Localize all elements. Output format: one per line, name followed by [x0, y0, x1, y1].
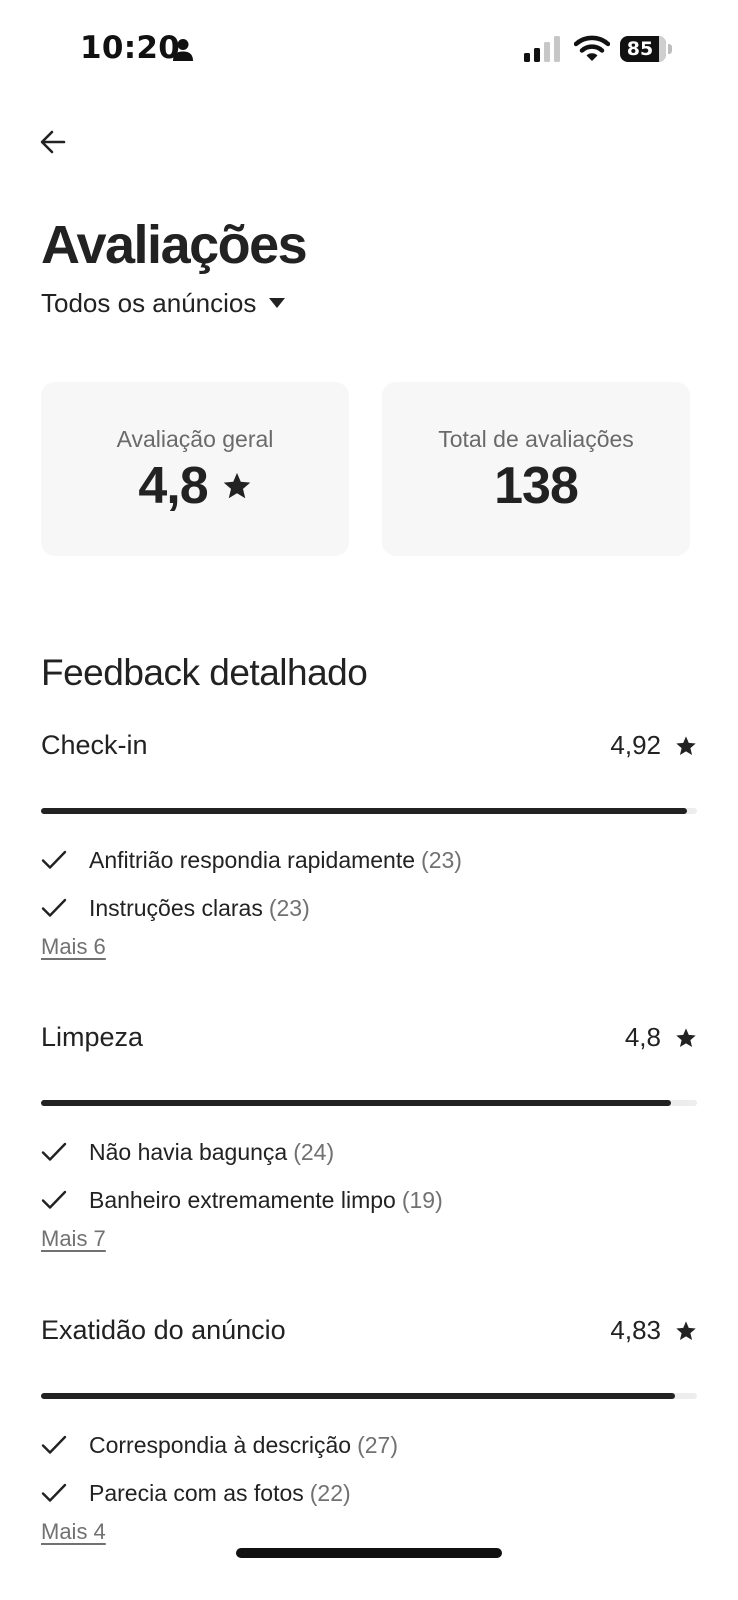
- overall-rating-value-row: 4,8: [41, 456, 349, 516]
- category-progress-bar: [41, 1100, 697, 1106]
- check-icon: [41, 1142, 67, 1161]
- show-more-link[interactable]: Mais 4: [41, 1519, 106, 1545]
- tag-count: (24): [293, 1138, 335, 1165]
- total-reviews-card: Total de avaliações 138: [382, 382, 690, 556]
- star-icon: [676, 1320, 696, 1340]
- tag-count: (19): [401, 1186, 443, 1213]
- category-check-in: Check-in 4,92 Anfitrião respondia rapida…: [41, 730, 697, 959]
- check-icon: [41, 850, 67, 869]
- tag-text: Não havia bagunça: [89, 1138, 288, 1165]
- category-score: 4,83: [610, 1315, 661, 1345]
- listing-filter-dropdown[interactable]: Todos os anúncios: [41, 286, 286, 320]
- overall-rating-label: Avaliação geral: [116, 426, 274, 452]
- check-icon: [41, 898, 67, 917]
- tag-text: Anfitrião respondia rapidamente: [89, 846, 416, 873]
- tag-text: Banheiro extremamente limpo: [89, 1186, 396, 1213]
- section-title: Feedback detalhado: [41, 652, 368, 693]
- star-icon: [676, 735, 696, 755]
- signal-icon: [524, 36, 560, 62]
- category-progress-fill: [41, 1100, 671, 1106]
- category-score: 4,92: [610, 730, 661, 760]
- status-time: 10:20: [80, 30, 181, 66]
- tag-count: (27): [357, 1431, 398, 1458]
- show-more-link[interactable]: Mais 6: [41, 934, 106, 960]
- category-score-row: 4,8: [625, 1022, 697, 1053]
- category-progress-fill: [41, 1393, 675, 1399]
- category-name: Check-in: [41, 730, 148, 760]
- category-name: Exatidão do anúncio: [41, 1315, 286, 1345]
- tag-count: (23): [421, 846, 462, 873]
- total-reviews-label: Total de avaliações: [438, 426, 634, 452]
- tag-text: Parecia com as fotos: [89, 1479, 304, 1506]
- tag-count: (22): [309, 1479, 351, 1506]
- home-indicator: [236, 1548, 502, 1558]
- battery-percentage: 85: [626, 38, 654, 60]
- total-reviews-value: 138: [494, 457, 579, 515]
- feedback-tag: Banheiro extremamente limpo (19): [41, 1184, 443, 1216]
- star-icon: [676, 1027, 696, 1047]
- category-cleanliness: Limpeza 4,8 Não havia bagunça (24) Banhe…: [41, 1022, 697, 1251]
- feedback-tag: Anfitrião respondia rapidamente (23): [41, 844, 462, 876]
- overall-rating-card: Avaliação geral 4,8: [41, 382, 349, 556]
- person-icon: [173, 39, 193, 61]
- tag-text: Correspondia à descrição: [89, 1431, 352, 1458]
- category-score-row: 4,92: [610, 730, 697, 761]
- show-more-link[interactable]: Mais 7: [41, 1226, 106, 1252]
- overall-rating-value: 4,8: [138, 457, 208, 515]
- feedback-tag: Correspondia à descrição (27): [41, 1429, 398, 1461]
- star-icon: [223, 472, 250, 499]
- category-progress-fill: [41, 808, 687, 814]
- total-reviews-value-row: 138: [382, 456, 690, 516]
- feedback-tag: Não havia bagunça (24): [41, 1136, 334, 1168]
- category-progress-bar: [41, 1393, 697, 1399]
- page-title: Avaliações: [41, 215, 308, 275]
- check-icon: [41, 1435, 67, 1454]
- caret-down-icon: [269, 298, 286, 308]
- category-accuracy: Exatidão do anúncio 4,83 Correspondia à …: [41, 1315, 697, 1544]
- check-icon: [41, 1483, 67, 1502]
- category-score-row: 4,83: [610, 1315, 697, 1346]
- arrow-left-icon[interactable]: [34, 122, 74, 162]
- tag-count: (23): [268, 894, 310, 921]
- tag-text: Instruções claras: [89, 894, 263, 921]
- feedback-tag: Parecia com as fotos (22): [41, 1477, 351, 1509]
- filter-label: Todos os anúncios: [41, 287, 257, 318]
- category-progress-bar: [41, 808, 697, 814]
- category-score: 4,8: [624, 1022, 661, 1052]
- check-icon: [41, 1190, 67, 1209]
- wifi-icon: [574, 35, 610, 61]
- status-bar: 10:20 85: [0, 0, 738, 100]
- category-name: Limpeza: [41, 1022, 144, 1052]
- battery-icon: 85: [620, 36, 672, 62]
- feedback-tag: Instruções claras (23): [41, 892, 310, 924]
